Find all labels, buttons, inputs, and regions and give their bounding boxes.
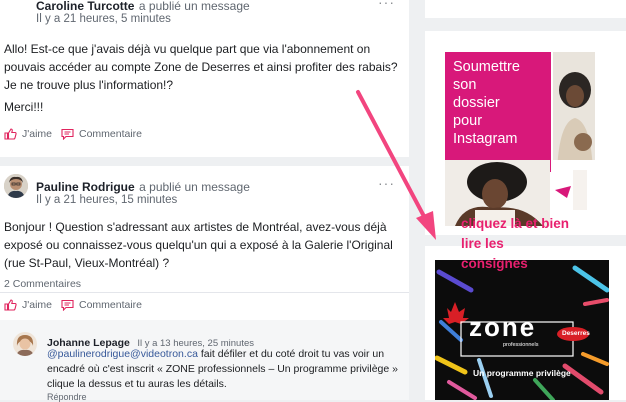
comment-icon — [61, 128, 74, 140]
ad-photo-artist — [553, 52, 595, 172]
avatar-photo — [4, 174, 28, 198]
feed: Caroline Turcotte a publié un message Il… — [0, 0, 409, 402]
comments-count[interactable]: 2 Commentaires — [4, 278, 81, 290]
post-menu-icon[interactable]: ··· — [378, 175, 395, 191]
zone-ad-card: zone professionnels Deserres Un programm… — [425, 216, 626, 400]
avatar-photo — [13, 332, 37, 356]
post-body: Bonjour ! Question s'adressant aux artis… — [4, 220, 393, 270]
annotation-text: cliquez là et bien lire les consignes — [461, 216, 570, 271]
instagram-ad-card: Soumettre son dossier pour Instagram — [425, 31, 626, 235]
post-body: Allo! Est-ce que j'avais déjà vu quelque… — [4, 42, 398, 92]
like-button[interactable]: J'aime — [4, 128, 52, 140]
comment-body: @paulinerodrigue@videotron.ca fait défil… — [47, 348, 398, 390]
thumbs-up-icon — [4, 299, 17, 311]
like-button[interactable]: J'aime — [4, 299, 52, 311]
zone-logo-sub: professionnels — [503, 342, 539, 348]
post-card: Caroline Turcotte a publié un message Il… — [0, 0, 409, 157]
avatar[interactable] — [13, 332, 37, 356]
comment-icon — [61, 299, 74, 311]
post-author[interactable]: Pauline Rodrigue — [36, 180, 135, 194]
comment-thread: Johanne Lepage Il y a 13 heures, 25 minu… — [0, 320, 409, 402]
zone-ad-banner[interactable]: zone professionnels Deserres Un programm… — [435, 260, 609, 400]
post-verb: a publié un message — [138, 0, 250, 13]
sidebar: Soumettre son dossier pour Instagram zon… — [409, 0, 626, 400]
post-menu-icon[interactable]: ··· — [378, 0, 395, 10]
post-author[interactable]: Caroline Turcotte — [36, 0, 134, 13]
reply-button[interactable]: Répondre — [47, 392, 87, 402]
post-time[interactable]: Il y a 21 heures, 5 minutes — [36, 13, 171, 25]
post-time[interactable]: Il y a 21 heures, 15 minutes — [36, 194, 177, 206]
post-card: Pauline Rodrigue a publié un message Il … — [0, 166, 409, 402]
avatar[interactable] — [4, 174, 28, 198]
deserres-brand: Deserres — [562, 330, 590, 337]
thumbs-up-icon — [4, 128, 17, 140]
ad-text: Soumettre son dossier pour Instagram — [453, 59, 520, 147]
post-verb: a publié un message — [139, 180, 250, 194]
post-body-thanks: Merci!!! — [4, 100, 44, 114]
zone-tagline: Un programme privilège — [473, 368, 571, 378]
comment-button[interactable]: Commentaire — [61, 299, 142, 311]
divider — [0, 292, 409, 293]
sidebar-card-top — [425, 0, 626, 18]
instagram-ad-banner[interactable]: Soumettre son dossier pour Instagram — [445, 52, 595, 226]
mention-link[interactable]: @paulinerodrigue@videotron.ca — [47, 348, 198, 360]
zone-logo: zone — [469, 312, 537, 342]
comment-button[interactable]: Commentaire — [61, 128, 142, 140]
